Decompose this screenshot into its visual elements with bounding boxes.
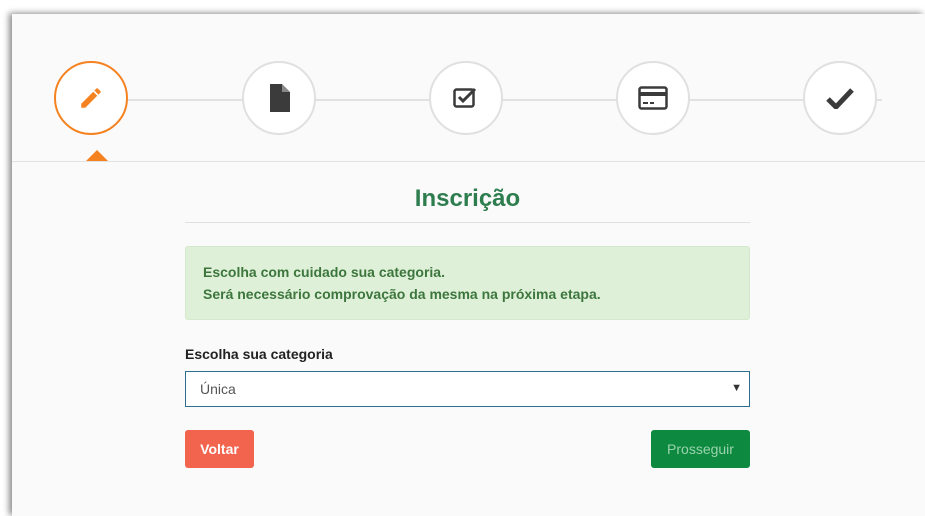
checkbox-icon: [453, 86, 479, 110]
next-button[interactable]: Prosseguir: [651, 430, 750, 468]
app-window: Inscrição Escolha com cuidado sua catego…: [12, 14, 925, 516]
step-3-review[interactable]: [429, 61, 503, 135]
file-icon: [268, 84, 290, 112]
category-select[interactable]: Única ▼: [185, 371, 750, 407]
credit-card-icon: [638, 86, 668, 110]
step-4-payment[interactable]: [616, 61, 690, 135]
category-selected-value: Única: [200, 381, 236, 397]
info-alert: Escolha com cuidado sua categoria. Será …: [185, 246, 750, 320]
step-1-registration[interactable]: [54, 61, 128, 135]
pencil-icon: [78, 85, 104, 111]
registration-form: Inscrição Escolha com cuidado sua catego…: [185, 184, 750, 468]
dropdown-caret-icon: ▼: [731, 382, 742, 394]
wizard-progress: [12, 14, 925, 162]
page-title: Inscrição: [185, 184, 750, 223]
alert-line-2: Será necessário comprovação da mesma na …: [203, 286, 601, 302]
alert-line-1: Escolha com cuidado sua categoria.: [203, 264, 445, 280]
checkmark-icon: [826, 87, 854, 109]
step-5-confirmation[interactable]: [803, 61, 877, 135]
step-2-documents[interactable]: [242, 61, 316, 135]
back-button[interactable]: Voltar: [185, 430, 254, 468]
active-step-indicator: [86, 150, 108, 161]
form-actions: Voltar Prosseguir: [185, 430, 750, 468]
category-label: Escolha sua categoria: [185, 346, 333, 362]
